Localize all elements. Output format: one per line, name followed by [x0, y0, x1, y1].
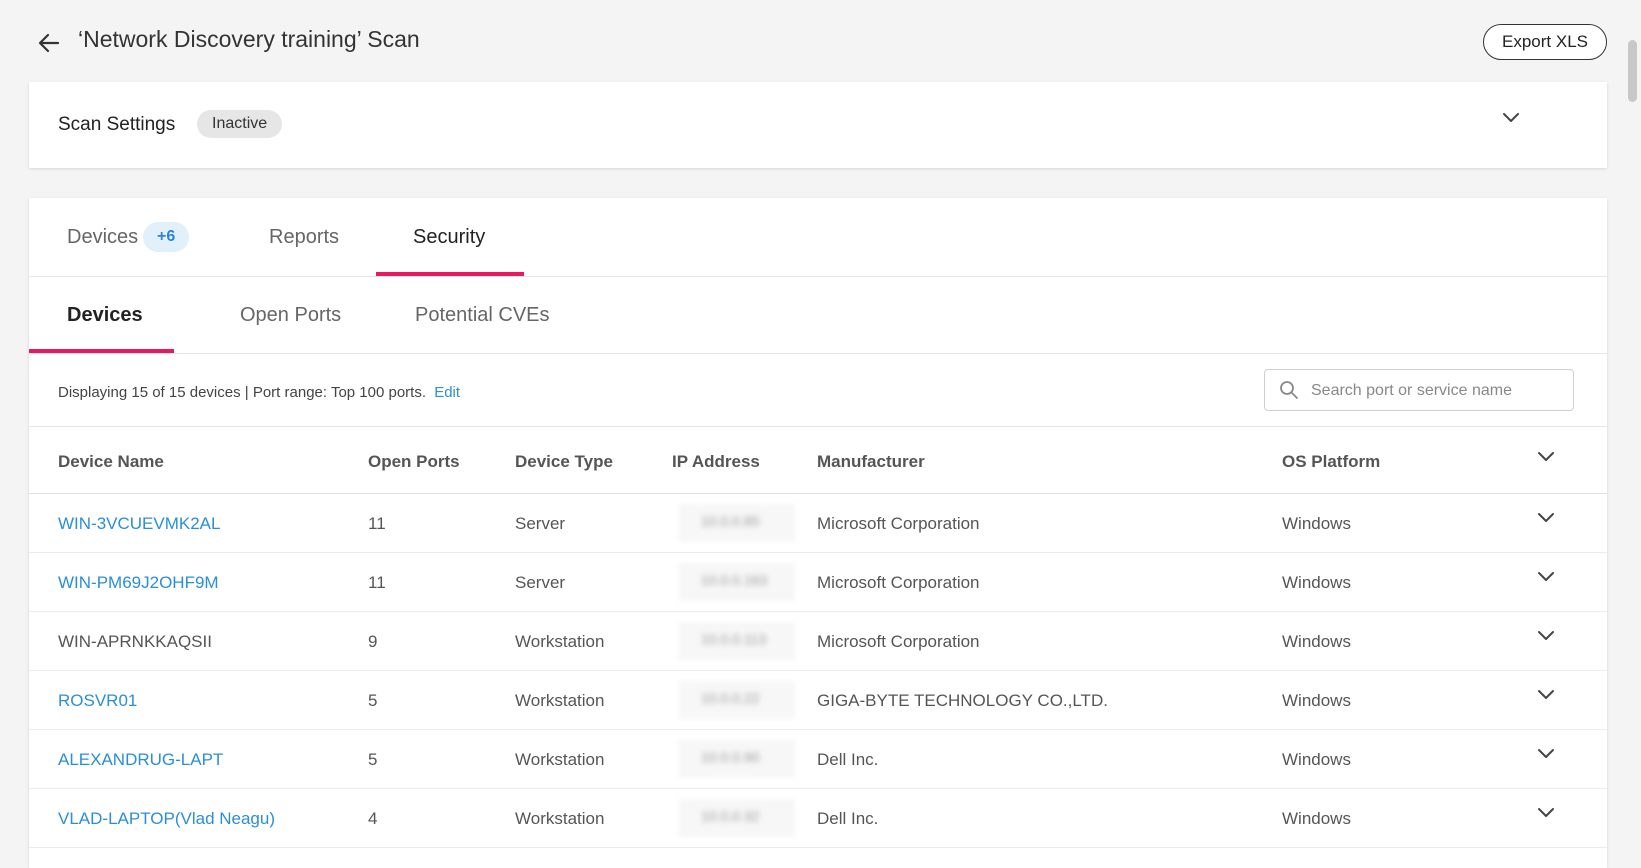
tab-devices[interactable]: Devices +6 — [67, 198, 227, 276]
ip-address-cell: 10.0.0.90 — [701, 749, 760, 765]
manufacturer-cell: Microsoft Corporation — [817, 514, 980, 533]
table-row[interactable]: WIN-PM69J2OHF9M 11 Server Microsoft Corpora… — [29, 553, 1607, 612]
table-row[interactable]: WIN-3VCUEVMK2AL 11 Server Microsoft Corpora… — [29, 494, 1607, 553]
chevron-down-icon[interactable] — [1537, 748, 1555, 760]
search-input[interactable] — [1309, 370, 1568, 412]
devices-table: Device Name Open Ports Device Type IP Ad… — [29, 427, 1607, 848]
device-name-cell[interactable]: WIN-PM69J2OHF9M — [58, 573, 219, 593]
column-header-manufacturer[interactable]: Manufacturer — [817, 452, 925, 472]
scan-settings-panel[interactable]: Scan Settings Inactive — [29, 82, 1607, 168]
tab-devices-label: Devices — [67, 226, 139, 248]
display-summary-text: Displaying 15 of 15 devices | Port range… — [58, 384, 427, 401]
tab-security-label: Security — [413, 226, 486, 248]
subtab-devices-label: Devices — [67, 304, 143, 326]
search-field[interactable] — [1264, 369, 1574, 412]
os-platform-cell: Windows — [1282, 632, 1351, 651]
column-header-device-name[interactable]: Device Name — [58, 452, 164, 472]
device-type-cell: Workstation — [515, 809, 605, 828]
table-row[interactable]: VLAD-LAPTOP(Vlad Neagu) 4 Workstation Dell … — [29, 789, 1607, 848]
device-name-cell[interactable]: WIN-3VCUEVMK2AL — [58, 514, 220, 534]
subtab-devices[interactable]: Devices — [29, 277, 174, 353]
ip-address-cell: 10.0.0.32 — [701, 808, 760, 824]
table-row[interactable]: WIN-APRNKKAQSII 9 Workstation Microsoft Cor… — [29, 612, 1607, 671]
table-body: WIN-3VCUEVMK2AL 11 Server Microsoft Corpora… — [29, 494, 1607, 848]
tab-reports-label: Reports — [269, 226, 340, 248]
open-ports-cell: 4 — [368, 809, 378, 828]
chevron-down-icon[interactable] — [1502, 112, 1520, 124]
column-header-open-ports[interactable]: Open Ports — [368, 452, 460, 472]
results-panel: Devices +6 Reports Security Devices Open… — [29, 198, 1607, 868]
device-type-cell: Server — [515, 514, 566, 533]
security-subtabs: Devices Open Ports Potential CVEs — [29, 277, 1607, 354]
device-type-cell: Workstation — [515, 632, 605, 651]
subtab-potential-cves-label: Potential CVEs — [415, 304, 550, 326]
open-ports-cell: 5 — [368, 691, 378, 710]
back-arrow-icon[interactable] — [36, 30, 62, 56]
column-header-device-type[interactable]: Device Type — [515, 452, 613, 472]
manufacturer-cell: Microsoft Corporation — [817, 573, 980, 592]
subtab-active-indicator — [29, 349, 174, 353]
device-name-cell: WIN-APRNKKAQSII — [58, 632, 212, 651]
main-tabs: Devices +6 Reports Security — [29, 198, 1607, 277]
open-ports-cell: 9 — [368, 632, 378, 651]
device-type-cell: Workstation — [515, 750, 605, 769]
page-scrollbar[interactable] — [1624, 0, 1641, 853]
os-platform-cell: Windows — [1282, 514, 1351, 533]
tab-active-indicator — [376, 272, 524, 276]
chevron-down-icon[interactable] — [1537, 512, 1555, 524]
search-icon — [1280, 381, 1298, 399]
os-platform-cell: Windows — [1282, 573, 1351, 592]
subtab-open-ports[interactable]: Open Ports — [202, 277, 342, 353]
table-row[interactable]: ROSVR01 5 Workstation GIGA-BYTE TECHNOLOGY … — [29, 671, 1607, 730]
ip-address-cell: 10.0.0.22 — [701, 690, 760, 706]
page-title: ‘Network Discovery training’ Scan — [78, 26, 420, 52]
subtab-open-ports-label: Open Ports — [240, 304, 342, 326]
os-platform-cell: Windows — [1282, 691, 1351, 710]
export-xls-button[interactable]: Export XLS — [1483, 24, 1607, 60]
open-ports-cell: 11 — [368, 514, 386, 533]
tab-security[interactable]: Security — [376, 198, 524, 276]
column-header-os-platform[interactable]: OS Platform — [1282, 452, 1380, 472]
ip-address-cell: 10.0.0.163 — [701, 572, 768, 588]
status-badge: Inactive — [197, 110, 283, 138]
os-platform-cell: Windows — [1282, 750, 1351, 769]
edit-port-range-link[interactable]: Edit — [434, 384, 460, 401]
open-ports-cell: 11 — [368, 573, 386, 592]
table-header: Device Name Open Ports Device Type IP Ad… — [29, 427, 1607, 494]
manufacturer-cell: GIGA-BYTE TECHNOLOGY CO.,LTD. — [817, 691, 1108, 710]
device-name-cell[interactable]: ALEXANDRUG-LAPT — [58, 750, 223, 770]
chevron-down-icon[interactable] — [1537, 689, 1555, 701]
column-header-ip-address[interactable]: IP Address — [672, 452, 760, 472]
open-ports-cell: 5 — [368, 750, 378, 769]
chevron-down-icon[interactable] — [1537, 571, 1555, 583]
chevron-down-icon[interactable] — [1537, 630, 1555, 642]
device-name-cell[interactable]: ROSVR01 — [58, 691, 137, 711]
devices-count-badge: +6 — [143, 222, 190, 252]
manufacturer-cell: Dell Inc. — [817, 750, 879, 769]
page-header: ‘Network Discovery training’ Scan Export… — [0, 0, 1641, 86]
device-type-cell: Workstation — [515, 691, 605, 710]
device-type-cell: Server — [515, 573, 566, 592]
info-bar: Displaying 15 of 15 devices | Port range… — [29, 354, 1607, 427]
os-platform-cell: Windows — [1282, 809, 1351, 828]
manufacturer-cell: Dell Inc. — [817, 809, 879, 828]
table-row[interactable]: ALEXANDRUG-LAPT 5 Workstation Dell Inc. Wind… — [29, 730, 1607, 789]
scan-settings-title: Scan Settings — [58, 114, 176, 135]
device-name-cell[interactable]: VLAD-LAPTOP(Vlad Neagu) — [58, 809, 275, 829]
ip-address-cell: 10.0.0.85 — [701, 513, 760, 529]
tab-reports[interactable]: Reports — [269, 198, 369, 276]
chevron-down-icon[interactable] — [1537, 807, 1555, 819]
manufacturer-cell: Microsoft Corporation — [817, 632, 980, 651]
chevron-down-icon[interactable] — [1537, 451, 1555, 463]
scrollbar-thumb[interactable] — [1628, 40, 1637, 102]
display-summary: Displaying 15 of 15 devices | Port range… — [58, 384, 460, 401]
ip-address-cell: 10.0.0.113 — [701, 631, 767, 647]
subtab-potential-cves[interactable]: Potential CVEs — [377, 277, 552, 353]
